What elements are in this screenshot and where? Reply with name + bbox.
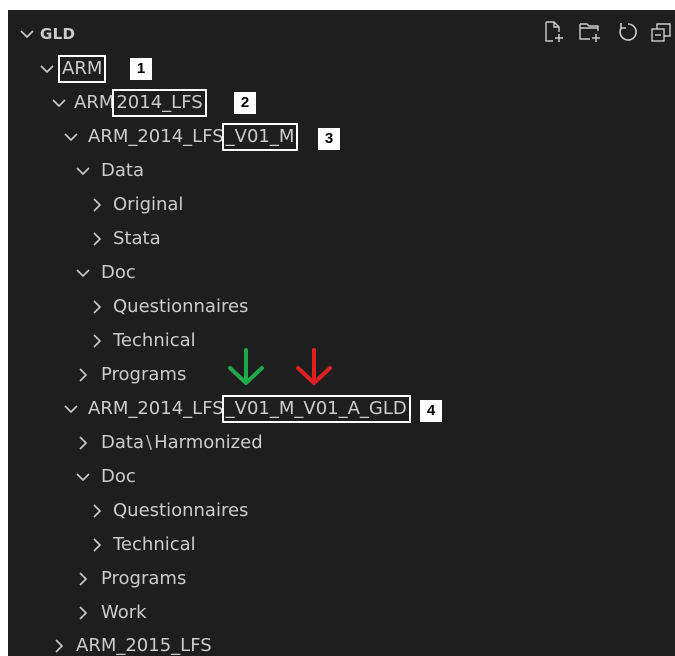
tree-item-label: Doc bbox=[101, 466, 136, 487]
chevron-right-icon bbox=[88, 191, 108, 219]
chevron-right-icon bbox=[74, 565, 94, 593]
tree-item-stata[interactable]: Stata bbox=[8, 225, 675, 253]
chevron-right-icon bbox=[88, 497, 108, 525]
highlight-box-1: ARM bbox=[57, 55, 107, 83]
tree-item-arm-2015-lfs[interactable]: ARM_2015_LFS bbox=[8, 632, 675, 656]
tree-item-arm-2014-lfs[interactable]: ARM 2014_LFS bbox=[8, 89, 675, 117]
annotation-badge-1: 1 bbox=[130, 58, 152, 80]
tree-item-technical[interactable]: Technical bbox=[8, 327, 675, 355]
refresh-icon[interactable] bbox=[616, 20, 640, 44]
highlight-box-3: _V01_M bbox=[221, 123, 299, 151]
folder-name-prefix: ARM_2014_LFS bbox=[88, 398, 224, 419]
tree-item-label: Original bbox=[113, 194, 184, 215]
tree-item-arm-2014-lfs-v01-m-v01-a-gld[interactable]: ARM_2014_LFS _V01_M_V01_A_GLD bbox=[8, 395, 675, 423]
tree-item-label: Data bbox=[101, 160, 144, 181]
new-file-icon[interactable] bbox=[542, 20, 566, 44]
chevron-down-icon bbox=[18, 20, 38, 48]
path-separator: \ bbox=[145, 432, 153, 453]
chevron-down-icon bbox=[74, 157, 94, 185]
tree-item-data[interactable]: Data bbox=[8, 157, 675, 185]
chevron-down-icon bbox=[62, 123, 82, 151]
tree-item-technical[interactable]: Technical bbox=[8, 531, 675, 559]
tree-item-doc[interactable]: Doc bbox=[8, 463, 675, 491]
chevron-down-icon bbox=[38, 55, 58, 83]
chevron-down-icon bbox=[74, 259, 94, 287]
new-folder-icon[interactable] bbox=[578, 20, 602, 44]
chevron-right-icon bbox=[88, 531, 108, 559]
annotation-badge-2: 2 bbox=[234, 92, 256, 114]
annotation-badge-4: 4 bbox=[420, 400, 442, 422]
chevron-right-icon bbox=[88, 225, 108, 253]
folder-name-prefix: ARM bbox=[74, 92, 115, 113]
chevron-right-icon bbox=[74, 429, 94, 457]
tree-item-label: Technical bbox=[113, 534, 196, 555]
chevron-right-icon bbox=[50, 632, 70, 656]
tree-item-label: Programs bbox=[101, 568, 187, 589]
tree-item-doc[interactable]: Doc bbox=[8, 259, 675, 287]
green-down-arrow-icon bbox=[228, 348, 264, 385]
tree-item-questionnaires[interactable]: Questionnaires bbox=[8, 497, 675, 525]
chevron-down-icon bbox=[74, 463, 94, 491]
tree-item-label: Harmonized bbox=[154, 432, 263, 453]
tree-item-data-harmonized[interactable]: Data \ Harmonized bbox=[8, 429, 675, 457]
red-down-arrow-icon bbox=[296, 348, 332, 385]
tree-item-label: Questionnaires bbox=[113, 500, 249, 521]
chevron-right-icon bbox=[88, 327, 108, 355]
highlight-box-4: _V01_M_V01_A_GLD bbox=[221, 395, 411, 423]
tree-item-label: Work bbox=[101, 602, 147, 623]
tree-item-work[interactable]: Work bbox=[8, 599, 675, 627]
tree-item-programs[interactable]: Programs bbox=[8, 565, 675, 593]
tree-item-label: Doc bbox=[101, 262, 136, 283]
tree-item-arm-2014-lfs-v01-m[interactable]: ARM_2014_LFS _V01_M bbox=[8, 123, 675, 151]
tree-item-label: Questionnaires bbox=[113, 296, 249, 317]
tree-item-label: ARM_2015_LFS bbox=[76, 635, 212, 656]
root-label: GLD bbox=[40, 25, 76, 43]
tree-item-label: Technical bbox=[113, 330, 196, 351]
tree-item-questionnaires[interactable]: Questionnaires bbox=[8, 293, 675, 321]
tree-item-label: Stata bbox=[113, 228, 161, 249]
explorer-toolbar bbox=[542, 20, 672, 44]
chevron-right-icon bbox=[88, 293, 108, 321]
folder-name-prefix: ARM_2014_LFS bbox=[88, 126, 224, 147]
chevron-right-icon bbox=[74, 599, 94, 627]
annotation-badge-3: 3 bbox=[318, 128, 340, 150]
highlight-box-2: 2014_LFS bbox=[112, 89, 207, 117]
collapse-all-icon[interactable] bbox=[650, 20, 674, 44]
chevron-right-icon bbox=[74, 361, 94, 389]
tree-item-programs[interactable]: Programs bbox=[8, 361, 675, 389]
chevron-down-icon bbox=[50, 89, 70, 117]
explorer-panel: GLD ARM 1 ARM 2014_LFS 2 ARM_2014_LFS _V… bbox=[8, 10, 675, 656]
chevron-down-icon bbox=[62, 395, 82, 423]
tree-item-arm[interactable]: ARM bbox=[8, 55, 675, 83]
tree-item-label: Data bbox=[101, 432, 144, 453]
tree-item-label: Programs bbox=[101, 364, 187, 385]
tree-item-original[interactable]: Original bbox=[8, 191, 675, 219]
